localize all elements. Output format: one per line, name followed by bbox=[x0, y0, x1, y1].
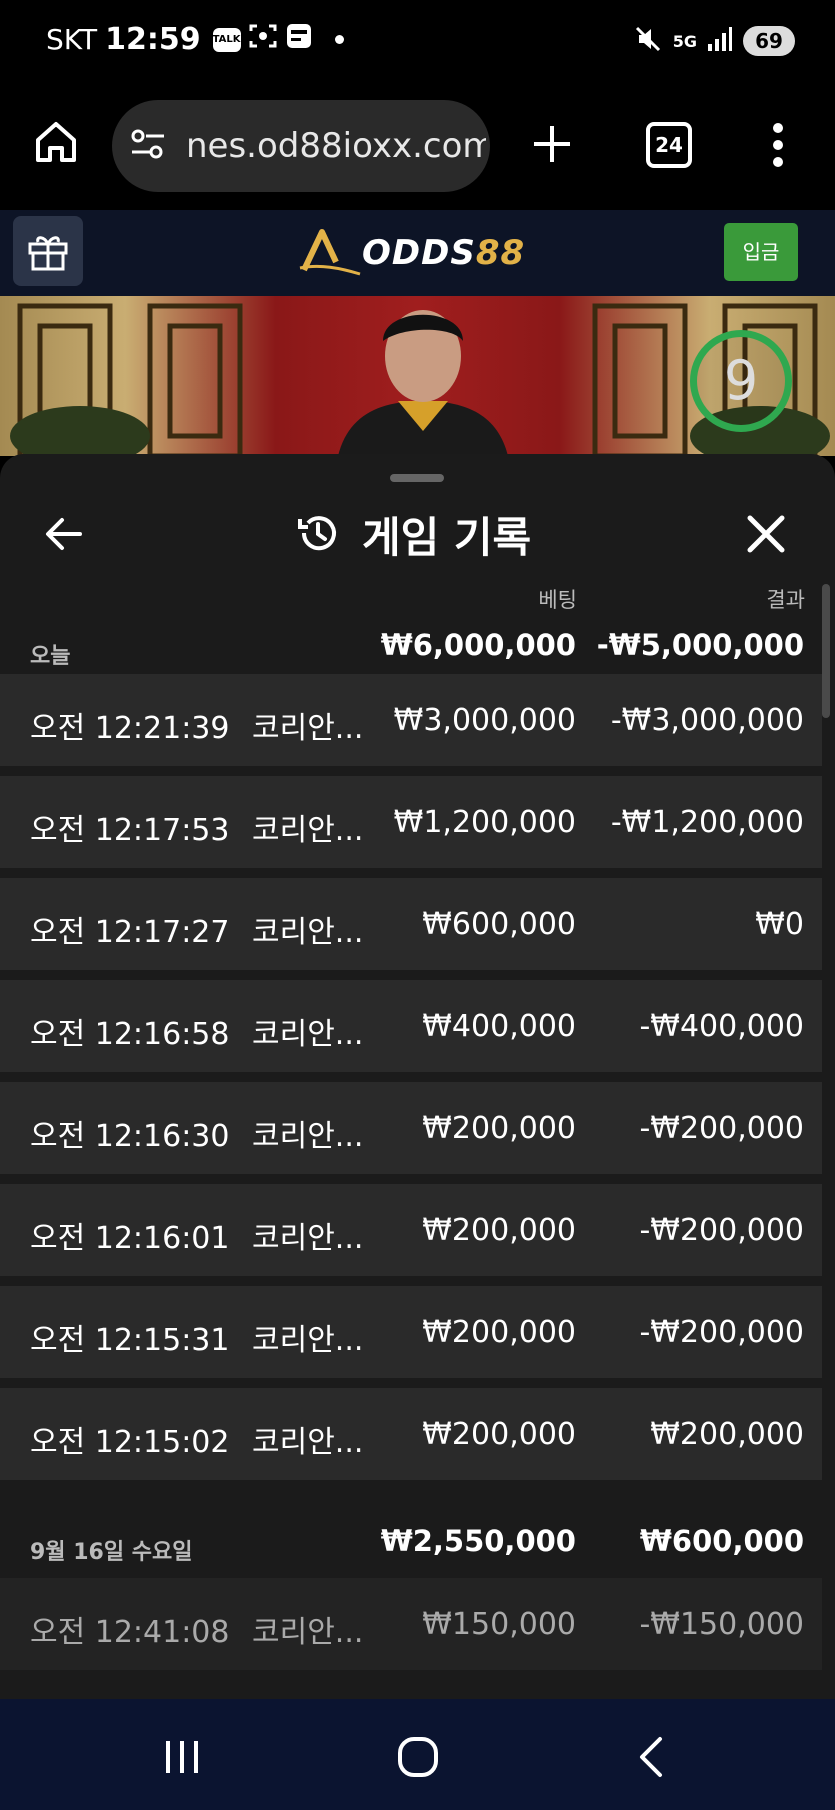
row-bet: ₩3,000,000 bbox=[393, 703, 576, 738]
row-game: 코리안... bbox=[252, 1221, 364, 1256]
pay-icon bbox=[285, 22, 313, 57]
row-result: -₩200,000 bbox=[639, 1111, 804, 1146]
row-result: ₩0 bbox=[755, 907, 804, 942]
scrollbar[interactable] bbox=[822, 584, 830, 718]
row-time: 오전 12:15:31 bbox=[30, 1323, 230, 1358]
history-row[interactable]: 오전 12:16:58 코리안... ₩400,000 -₩400,000 bbox=[0, 980, 822, 1072]
row-time: 오전 12:16:01 bbox=[30, 1221, 230, 1256]
logo-text: ODDS88 bbox=[362, 233, 526, 273]
game-history-sheet: 게임 기록 베팅 결과 오늘 ₩6,000,000 -₩5,000,000 오전… bbox=[0, 454, 835, 1699]
gift-button[interactable] bbox=[13, 216, 83, 286]
row-game: 코리안... bbox=[252, 1017, 364, 1052]
row-time: 오전 12:15:02 bbox=[30, 1425, 230, 1460]
group-result-total: -₩5,000,000 bbox=[596, 628, 804, 662]
row-bet: ₩200,000 bbox=[422, 1315, 576, 1350]
row-time: 오전 12:17:27 bbox=[30, 915, 230, 950]
row-time: 오전 12:16:58 bbox=[30, 1017, 230, 1052]
recent-apps-icon[interactable] bbox=[162, 1737, 202, 1781]
site-logo[interactable]: ODDS88 bbox=[298, 226, 525, 280]
row-result: -₩200,000 bbox=[639, 1213, 804, 1248]
sheet-drag-handle[interactable] bbox=[390, 474, 444, 482]
history-icon bbox=[296, 511, 340, 559]
group-date-label: 9월 16일 수요일 bbox=[30, 1540, 193, 1565]
row-bet: ₩1,200,000 bbox=[393, 805, 576, 840]
status-bar: SKT 12:59 TALK 5G 69 bbox=[0, 0, 835, 84]
row-time: 오전 12:21:39 bbox=[30, 711, 230, 746]
browser-toolbar: nes.od88ioxx.com 24 bbox=[0, 84, 835, 210]
clock: 12:59 bbox=[105, 22, 201, 57]
logo-mark-icon bbox=[298, 226, 362, 280]
close-icon[interactable] bbox=[746, 514, 786, 554]
row-result: ₩200,000 bbox=[650, 1417, 804, 1452]
date-group-header: 오늘 ₩6,000,000 -₩5,000,000 bbox=[0, 608, 822, 670]
sheet-title-group: 게임 기록 bbox=[296, 504, 531, 565]
row-bet: ₩200,000 bbox=[422, 1111, 576, 1146]
more-menu-icon[interactable] bbox=[770, 122, 786, 172]
history-row[interactable]: 오전 12:17:53 코리안... ₩1,200,000 -₩1,200,00… bbox=[0, 776, 822, 868]
row-bet: ₩150,000 bbox=[422, 1607, 576, 1642]
row-bet: ₩400,000 bbox=[422, 1009, 576, 1044]
row-time: 오전 12:41:08 bbox=[30, 1615, 230, 1650]
history-row[interactable]: 오전 12:21:39 코리안... ₩3,000,000 -₩3,000,00… bbox=[0, 674, 822, 766]
mute-icon bbox=[633, 24, 663, 58]
status-right: 5G 69 bbox=[633, 24, 795, 58]
dealer-image bbox=[338, 310, 508, 456]
row-time: 오전 12:16:30 bbox=[30, 1119, 230, 1154]
address-bar[interactable]: nes.od88ioxx.com bbox=[112, 100, 490, 192]
notification-dot bbox=[334, 35, 344, 44]
row-bet: ₩200,000 bbox=[422, 1417, 576, 1452]
site-header: ODDS88 입금 bbox=[0, 210, 835, 296]
live-video[interactable]: 9 bbox=[0, 296, 835, 456]
group-result-total: ₩600,000 bbox=[639, 1524, 804, 1558]
history-row[interactable]: 오전 12:16:30 코리안... ₩200,000 -₩200,000 bbox=[0, 1082, 822, 1174]
group-bet-total: ₩2,550,000 bbox=[380, 1524, 576, 1558]
system-nav-bar bbox=[0, 1699, 835, 1810]
row-result: -₩150,000 bbox=[639, 1607, 804, 1642]
history-row[interactable]: 오전 12:15:02 코리안... ₩200,000 ₩200,000 bbox=[0, 1388, 822, 1480]
row-result: -₩200,000 bbox=[639, 1315, 804, 1350]
row-time: 오전 12:17:53 bbox=[30, 813, 230, 848]
history-row[interactable]: 오전 12:16:01 코리안... ₩200,000 -₩200,000 bbox=[0, 1184, 822, 1276]
row-game: 코리안... bbox=[252, 711, 364, 746]
row-game: 코리안... bbox=[252, 1323, 364, 1358]
new-tab-icon[interactable] bbox=[532, 124, 572, 168]
back-arrow-icon[interactable] bbox=[44, 514, 84, 554]
back-nav-icon[interactable] bbox=[636, 1735, 666, 1783]
history-row[interactable]: 오전 12:41:08 코리안... ₩150,000 -₩150,000 bbox=[0, 1578, 822, 1670]
row-bet: ₩200,000 bbox=[422, 1213, 576, 1248]
talk-icon: TALK bbox=[212, 27, 241, 52]
gift-icon bbox=[27, 230, 69, 276]
home-nav-icon[interactable] bbox=[396, 1735, 440, 1783]
round-countdown-timer: 9 bbox=[690, 330, 792, 432]
site-settings-icon[interactable] bbox=[130, 126, 166, 166]
row-result: -₩3,000,000 bbox=[610, 703, 804, 738]
row-game: 코리안... bbox=[252, 915, 364, 950]
carrier-label: SKT bbox=[46, 23, 98, 56]
row-game: 코리안... bbox=[252, 1425, 364, 1460]
date-group-header: 9월 16일 수요일 ₩2,550,000 ₩600,000 bbox=[0, 1504, 822, 1566]
row-game: 코리안... bbox=[252, 1119, 364, 1154]
row-bet: ₩600,000 bbox=[422, 907, 576, 942]
history-row[interactable]: 오전 12:17:27 코리안... ₩600,000 ₩0 bbox=[0, 878, 822, 970]
row-result: -₩400,000 bbox=[639, 1009, 804, 1044]
url-text[interactable]: nes.od88ioxx.com bbox=[186, 126, 486, 166]
tab-switcher-button[interactable]: 24 bbox=[646, 122, 692, 168]
group-date-label: 오늘 bbox=[30, 644, 71, 669]
signal-icon bbox=[707, 26, 733, 56]
row-game: 코리안... bbox=[252, 1615, 364, 1650]
home-icon[interactable] bbox=[34, 120, 78, 168]
row-result: -₩1,200,000 bbox=[610, 805, 804, 840]
network-5g-icon: 5G bbox=[672, 31, 697, 51]
row-game: 코리안... bbox=[252, 813, 364, 848]
battery-icon: 69 bbox=[743, 26, 795, 56]
history-row[interactable]: 오전 12:15:31 코리안... ₩200,000 -₩200,000 bbox=[0, 1286, 822, 1378]
sheet-title: 게임 기록 bbox=[362, 513, 532, 562]
deposit-button[interactable]: 입금 bbox=[724, 223, 798, 281]
group-bet-total: ₩6,000,000 bbox=[380, 628, 576, 662]
status-left: SKT 12:59 TALK bbox=[46, 22, 344, 57]
sheet-header: 게임 기록 bbox=[0, 494, 835, 574]
scan-icon bbox=[249, 23, 277, 56]
